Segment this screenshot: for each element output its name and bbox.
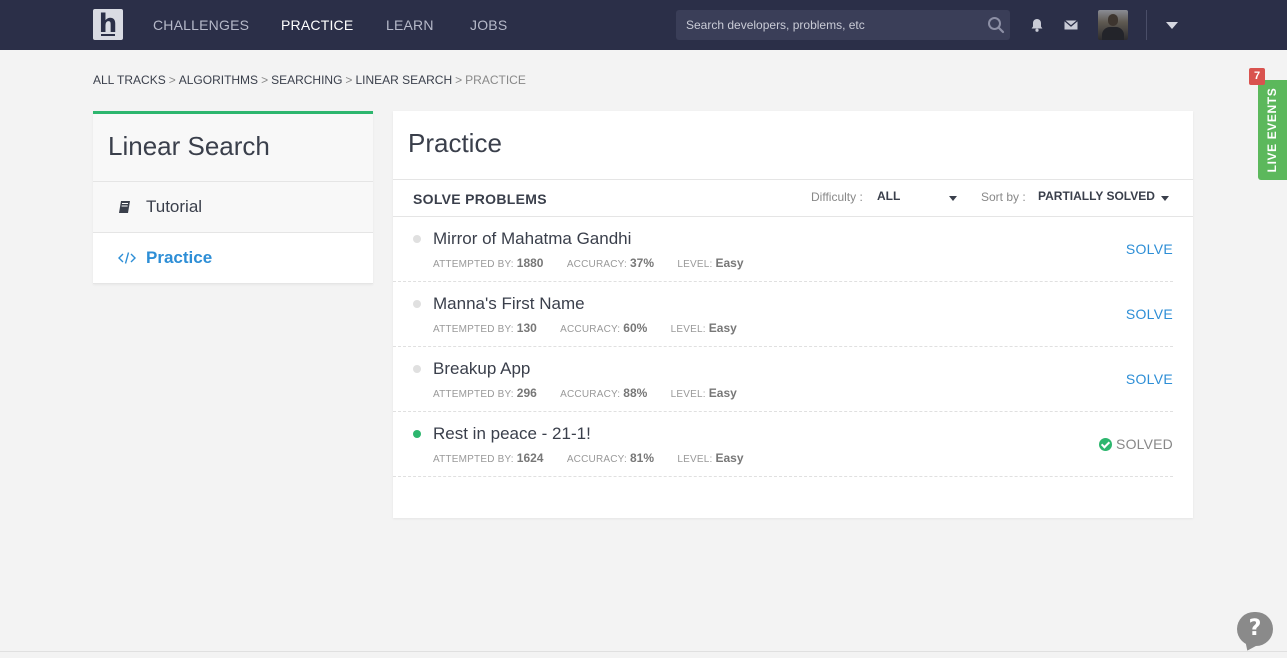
status-dot: [413, 235, 421, 243]
sidebar-item-tutorial[interactable]: Tutorial: [93, 182, 373, 233]
solved-status: SOLVED: [1099, 436, 1173, 452]
level-value: Easy: [715, 256, 744, 270]
problem-row: Manna's First Name ATTEMPTED BY: 130 ACCU…: [393, 282, 1173, 347]
nav-jobs[interactable]: JOBS: [470, 17, 507, 33]
meta-key: LEVEL:: [677, 454, 713, 465]
book-icon: [118, 200, 138, 214]
problem-title[interactable]: Mirror of Mahatma Gandhi: [433, 229, 631, 249]
divider: [0, 651, 1287, 652]
mail-icon[interactable]: [1063, 17, 1079, 33]
sort-label: Sort by :: [981, 190, 1026, 204]
live-events-badge: 7: [1249, 68, 1265, 85]
meta-key: LEVEL:: [677, 259, 713, 270]
level-value: Easy: [715, 451, 744, 465]
meta-key: ATTEMPTED BY:: [433, 454, 514, 465]
problem-title[interactable]: Manna's First Name: [433, 294, 585, 314]
sidebar-item-label: Practice: [146, 248, 213, 267]
code-icon: [118, 251, 138, 265]
search-input[interactable]: [676, 10, 1010, 40]
sidebar-item-practice[interactable]: Practice: [93, 233, 373, 284]
meta-key: ACCURACY:: [566, 454, 627, 465]
solved-label: SOLVED: [1116, 436, 1173, 452]
nav-challenges[interactable]: CHALLENGES: [153, 17, 249, 33]
meta-key: ACCURACY:: [560, 324, 621, 335]
logo[interactable]: h: [93, 9, 123, 40]
attempted-count: 296: [516, 386, 537, 400]
problem-meta: ATTEMPTED BY: 1880 ACCURACY: 37% LEVEL: Eas…: [433, 256, 764, 270]
problem-row: Mirror of Mahatma Gandhi ATTEMPTED BY: 18…: [393, 217, 1173, 282]
live-events-label: LIVE EVENTS: [1265, 87, 1279, 173]
meta-key: LEVEL:: [670, 324, 706, 335]
breadcrumb-searching[interactable]: SEARCHING: [271, 73, 342, 87]
section-heading: SOLVE PROBLEMS: [413, 191, 547, 207]
sidebar-item-label: Tutorial: [146, 197, 203, 216]
meta-key: ACCURACY:: [560, 389, 621, 400]
level-value: Easy: [708, 386, 737, 400]
meta-key: ATTEMPTED BY:: [433, 389, 514, 400]
breadcrumb: ALL TRACKS > ALGORITHMS > SEARCHING > LINEAR S…: [93, 73, 526, 87]
chevron-down-icon[interactable]: [1161, 196, 1169, 201]
solve-button[interactable]: SOLVE: [1126, 371, 1173, 387]
problem-meta: ATTEMPTED BY: 130 ACCURACY: 60% LEVEL: Easy: [433, 321, 757, 335]
status-dot: [413, 430, 421, 438]
problem-row: Rest in peace - 21-1! ATTEMPTED BY: 1624 …: [393, 412, 1173, 477]
chevron-down-icon[interactable]: [1166, 22, 1178, 29]
breadcrumb-all-tracks[interactable]: ALL TRACKS: [93, 73, 166, 87]
breadcrumb-separator: >: [261, 73, 269, 87]
sort-select[interactable]: PARTIALLY SOLVED: [1038, 189, 1155, 203]
attempted-count: 1880: [516, 256, 544, 270]
breadcrumb-separator: >: [455, 73, 463, 87]
solve-button[interactable]: SOLVE: [1126, 241, 1173, 257]
status-dot: [413, 365, 421, 373]
meta-key: ATTEMPTED BY:: [433, 259, 514, 270]
avatar[interactable]: [1098, 10, 1128, 40]
sidebar-title: Linear Search: [93, 114, 373, 182]
problem-title[interactable]: Rest in peace - 21-1!: [433, 424, 591, 444]
problem-row: Breakup App ATTEMPTED BY: 296 ACCURACY: 88…: [393, 347, 1173, 412]
problems-toolbar: SOLVE PROBLEMS Difficulty : ALL Sort by …: [393, 180, 1193, 217]
meta-key: ATTEMPTED BY:: [433, 324, 514, 335]
accuracy-value: 60%: [623, 321, 648, 335]
accuracy-value: 88%: [623, 386, 648, 400]
help-button[interactable]: ?: [1237, 612, 1273, 646]
breadcrumb-separator: >: [345, 73, 353, 87]
meta-key: ACCURACY:: [566, 259, 627, 270]
search-icon[interactable]: [987, 16, 1005, 34]
difficulty-select[interactable]: ALL: [877, 189, 900, 203]
difficulty-label: Difficulty :: [811, 190, 863, 204]
level-value: Easy: [708, 321, 737, 335]
bell-icon[interactable]: [1029, 17, 1045, 33]
check-circle-icon: [1099, 437, 1113, 451]
problem-title[interactable]: Breakup App: [433, 359, 530, 379]
chevron-down-icon[interactable]: [949, 196, 957, 201]
breadcrumb-current: PRACTICE: [465, 73, 526, 87]
solve-button[interactable]: SOLVE: [1126, 306, 1173, 322]
practice-panel: Practice SOLVE PROBLEMS Difficulty : ALL…: [393, 111, 1193, 518]
status-dot: [413, 300, 421, 308]
nav-divider: [1146, 10, 1147, 40]
problem-meta: ATTEMPTED BY: 1624 ACCURACY: 81% LEVEL: Eas…: [433, 451, 764, 465]
breadcrumb-linear-search[interactable]: LINEAR SEARCH: [355, 73, 452, 87]
sidebar: Linear Search Tutorial Practice: [93, 111, 373, 284]
accuracy-value: 37%: [629, 256, 654, 270]
page-title: Practice: [408, 128, 502, 158]
accuracy-value: 81%: [629, 451, 654, 465]
nav-learn[interactable]: LEARN: [386, 17, 434, 33]
breadcrumb-algorithms[interactable]: ALGORITHMS: [179, 73, 258, 87]
meta-key: LEVEL:: [670, 389, 706, 400]
attempted-count: 1624: [516, 451, 544, 465]
top-nav: h CHALLENGES PRACTICE LEARN JOBS: [0, 0, 1287, 50]
problem-meta: ATTEMPTED BY: 296 ACCURACY: 88% LEVEL: Easy: [433, 386, 757, 400]
nav-practice[interactable]: PRACTICE: [281, 17, 353, 33]
breadcrumb-separator: >: [168, 73, 176, 87]
live-events-tab[interactable]: LIVE EVENTS: [1258, 80, 1287, 180]
attempted-count: 130: [516, 321, 537, 335]
